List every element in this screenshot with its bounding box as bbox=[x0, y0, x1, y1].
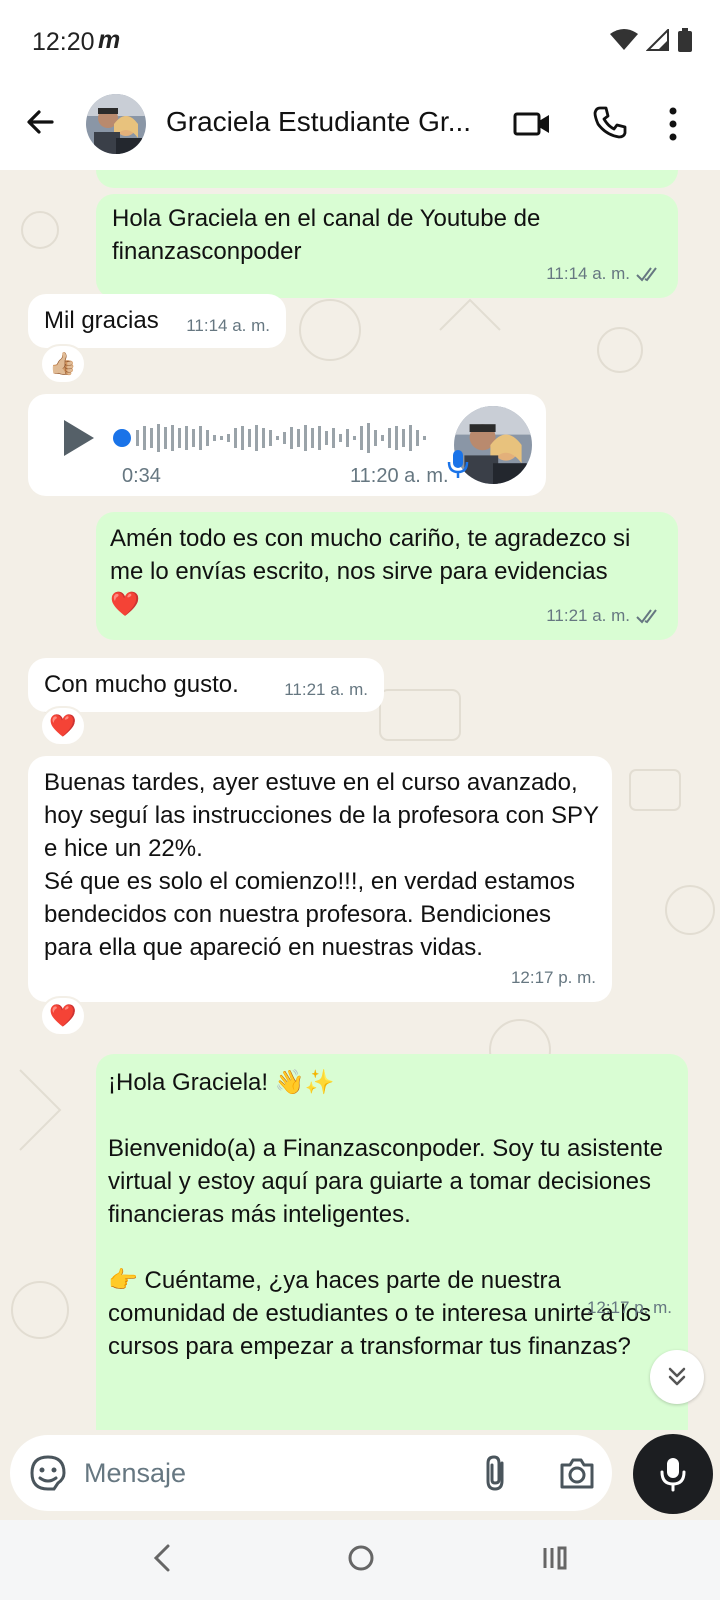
chat-area[interactable]: Hola Graciela en el canal de Youtube de … bbox=[0, 170, 720, 1430]
status-icons bbox=[610, 28, 692, 52]
status-time: 12:20 bbox=[32, 28, 95, 56]
message-time: 11:14 a. m. bbox=[546, 264, 630, 283]
message-reaction[interactable]: ❤️ bbox=[40, 706, 86, 746]
status-bar: 12:20 m bbox=[0, 0, 720, 80]
video-call-icon[interactable] bbox=[512, 106, 552, 142]
message-meta: 12:17 p. m. bbox=[511, 961, 596, 994]
message-bubble-partial bbox=[96, 170, 678, 188]
message-meta: 11:21 a. m. bbox=[284, 673, 368, 706]
scroll-to-bottom-button[interactable] bbox=[650, 1350, 704, 1404]
play-icon[interactable] bbox=[60, 418, 96, 458]
message-bubble-outgoing[interactable]: Hola Graciela en el canal de Youtube de … bbox=[96, 194, 678, 298]
message-time: 11:20 a. m. bbox=[350, 465, 449, 487]
carrier-icon: m bbox=[98, 26, 121, 54]
message-reaction[interactable]: ❤️ bbox=[40, 996, 86, 1036]
message-time: 12:17 p. m. bbox=[586, 1298, 672, 1317]
system-nav-bar bbox=[0, 1520, 720, 1600]
contact-name[interactable]: Graciela Estudiante Gr... bbox=[166, 106, 486, 138]
read-receipt-icon bbox=[636, 608, 657, 624]
message-time: 11:14 a. m. bbox=[186, 316, 270, 335]
message-text: Mil gracias bbox=[44, 307, 159, 334]
more-menu-icon[interactable] bbox=[666, 106, 680, 142]
chevron-double-down-icon bbox=[668, 1367, 686, 1386]
message-bubble-incoming[interactable]: Buenas tardes, ayer estuve en el curso a… bbox=[28, 756, 612, 1002]
voice-message-bubble[interactable]: 0:34 11:20 a. m. bbox=[28, 394, 546, 496]
back-arrow-icon[interactable] bbox=[22, 104, 58, 140]
message-text: Con mucho gusto. bbox=[44, 671, 239, 698]
record-voice-button[interactable] bbox=[633, 1434, 713, 1514]
message-bubble-incoming[interactable]: Con mucho gusto. 11:21 a. m. bbox=[28, 658, 384, 712]
message-meta: 11:14 a. m. bbox=[546, 257, 662, 290]
battery-icon bbox=[678, 28, 692, 52]
message-composer bbox=[10, 1435, 612, 1511]
nav-recents-icon[interactable] bbox=[540, 1542, 570, 1574]
nav-home-icon[interactable] bbox=[346, 1542, 376, 1574]
message-time: 11:21 a. m. bbox=[546, 606, 630, 625]
message-reaction[interactable]: 👍🏼 bbox=[40, 344, 86, 384]
contact-avatar[interactable] bbox=[86, 94, 146, 154]
sticker-icon[interactable] bbox=[28, 1453, 68, 1493]
wifi-icon bbox=[610, 29, 638, 50]
read-receipt-icon bbox=[636, 266, 657, 282]
message-text: Hola Graciela en el canal de Youtube de … bbox=[112, 205, 541, 265]
nav-back-icon[interactable] bbox=[150, 1542, 172, 1574]
message-meta: 11:14 a. m. bbox=[186, 309, 270, 342]
message-meta: 11:21 a. m. bbox=[546, 599, 662, 632]
message-meta: 12:17 p. m. bbox=[587, 1291, 672, 1324]
message-time: 11:21 a. m. bbox=[284, 680, 368, 699]
message-time: 12:17 p. m. bbox=[510, 968, 596, 987]
chat-header: Graciela Estudiante Gr... bbox=[0, 80, 720, 170]
microphone-icon bbox=[447, 450, 469, 478]
message-input[interactable] bbox=[84, 1453, 444, 1493]
paperclip-icon[interactable] bbox=[478, 1453, 514, 1493]
message-bubble-outgoing[interactable]: Amén todo es con mucho cariño, te agrade… bbox=[96, 512, 678, 640]
camera-icon[interactable] bbox=[558, 1455, 596, 1491]
voice-waveform[interactable] bbox=[112, 420, 462, 456]
voice-duration: 0:34 bbox=[122, 465, 161, 487]
message-bubble-incoming[interactable]: Mil gracias 11:14 a. m. bbox=[28, 294, 286, 348]
message-bubble-outgoing[interactable]: ¡Hola Graciela! 👋✨ Bienvenido(a) a Finan… bbox=[96, 1054, 688, 1430]
signal-icon bbox=[646, 29, 669, 51]
microphone-icon bbox=[660, 1458, 686, 1492]
phone-call-icon[interactable] bbox=[592, 104, 628, 140]
message-text: Buenas tardes, ayer estuve en el curso a… bbox=[44, 769, 599, 961]
